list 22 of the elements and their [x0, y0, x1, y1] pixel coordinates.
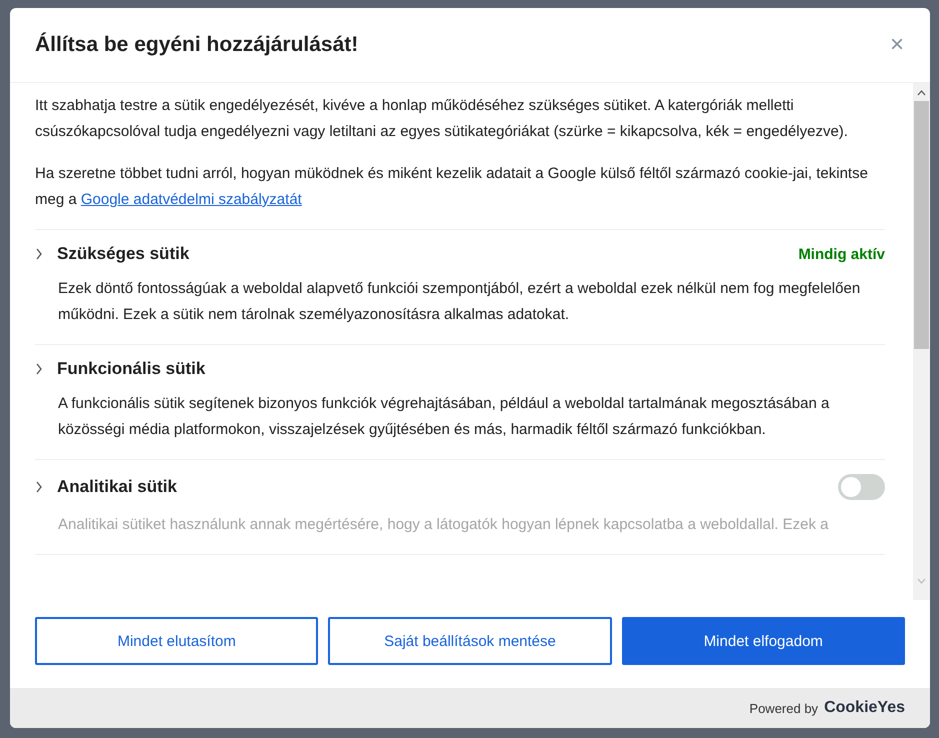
status-label: Mindig aktív [798, 246, 885, 262]
privacy-policy-link[interactable]: Google adatvédelmi szabályzatát [80, 191, 302, 208]
category-description: Ezek döntő fontosságúak a weboldal alapvető funkciói szempontjából, ezért a weboldal ezek nélkül nem fog megfelelően működni. Ezek a sütik nem tárolnak személyazonosításra alkalmas adatokat. [58, 279, 862, 325]
dialog-title: Állítsa be egyéni hozzájárulását! [35, 33, 358, 57]
toggle-switch[interactable] [838, 474, 885, 500]
paragraph: Ha szeretne többet tudni arról, hogyan müködnek és miként kezelik adatait a Google külső féltől származó cookie-jai, tekintse meg a Google adatvédelmi szabályzatát [35, 164, 869, 210]
paragraph: Itt szabhatja testre a sütik engedélyezését, kivéve a honlap működéséhez szükséges sütiket. A katergóriák melletti csúszókapcsolóval tudja engedélyezni vagy letiltani az egyes sütikategóriákat (szürke = kikapcsolva, kék = engedélyezve). [35, 96, 849, 142]
powered-by-label: Powered by [749, 700, 818, 716]
scrollbar[interactable] [913, 83, 930, 600]
category-title[interactable]: Szükséges sütik [57, 244, 784, 264]
category-description: Analitikai sütiket használunk annak megértésére, hogy a látogatók hogyan lépnek kapcsolatba a weboldallal. Ezek a [58, 515, 830, 535]
action-button[interactable]: Mindet elutasítom [35, 617, 318, 665]
category-title[interactable]: Analitikai sütik [57, 477, 824, 497]
chevron-icon[interactable] [35, 363, 43, 375]
action-button[interactable]: Saját beállítások mentése [328, 617, 612, 665]
accept-all-button[interactable]: Mindet elfogadom [622, 617, 905, 665]
category-description: A funkcionális sütik segítenek bizonyos funkciók végrehajtásában, például a weboldal tartalmának megosztásában a közösségi média platformokon, visszajelzések gyűjtésében és más, harmadik féltől származó funkciókban. [58, 394, 830, 440]
chevron-icon[interactable] [35, 248, 43, 260]
brand-logo[interactable]: CookieYes [824, 699, 905, 717]
chevron-icon[interactable] [35, 481, 43, 493]
category-title[interactable]: Funkcionális sütik [57, 359, 885, 379]
close-button[interactable]: × [888, 33, 906, 57]
